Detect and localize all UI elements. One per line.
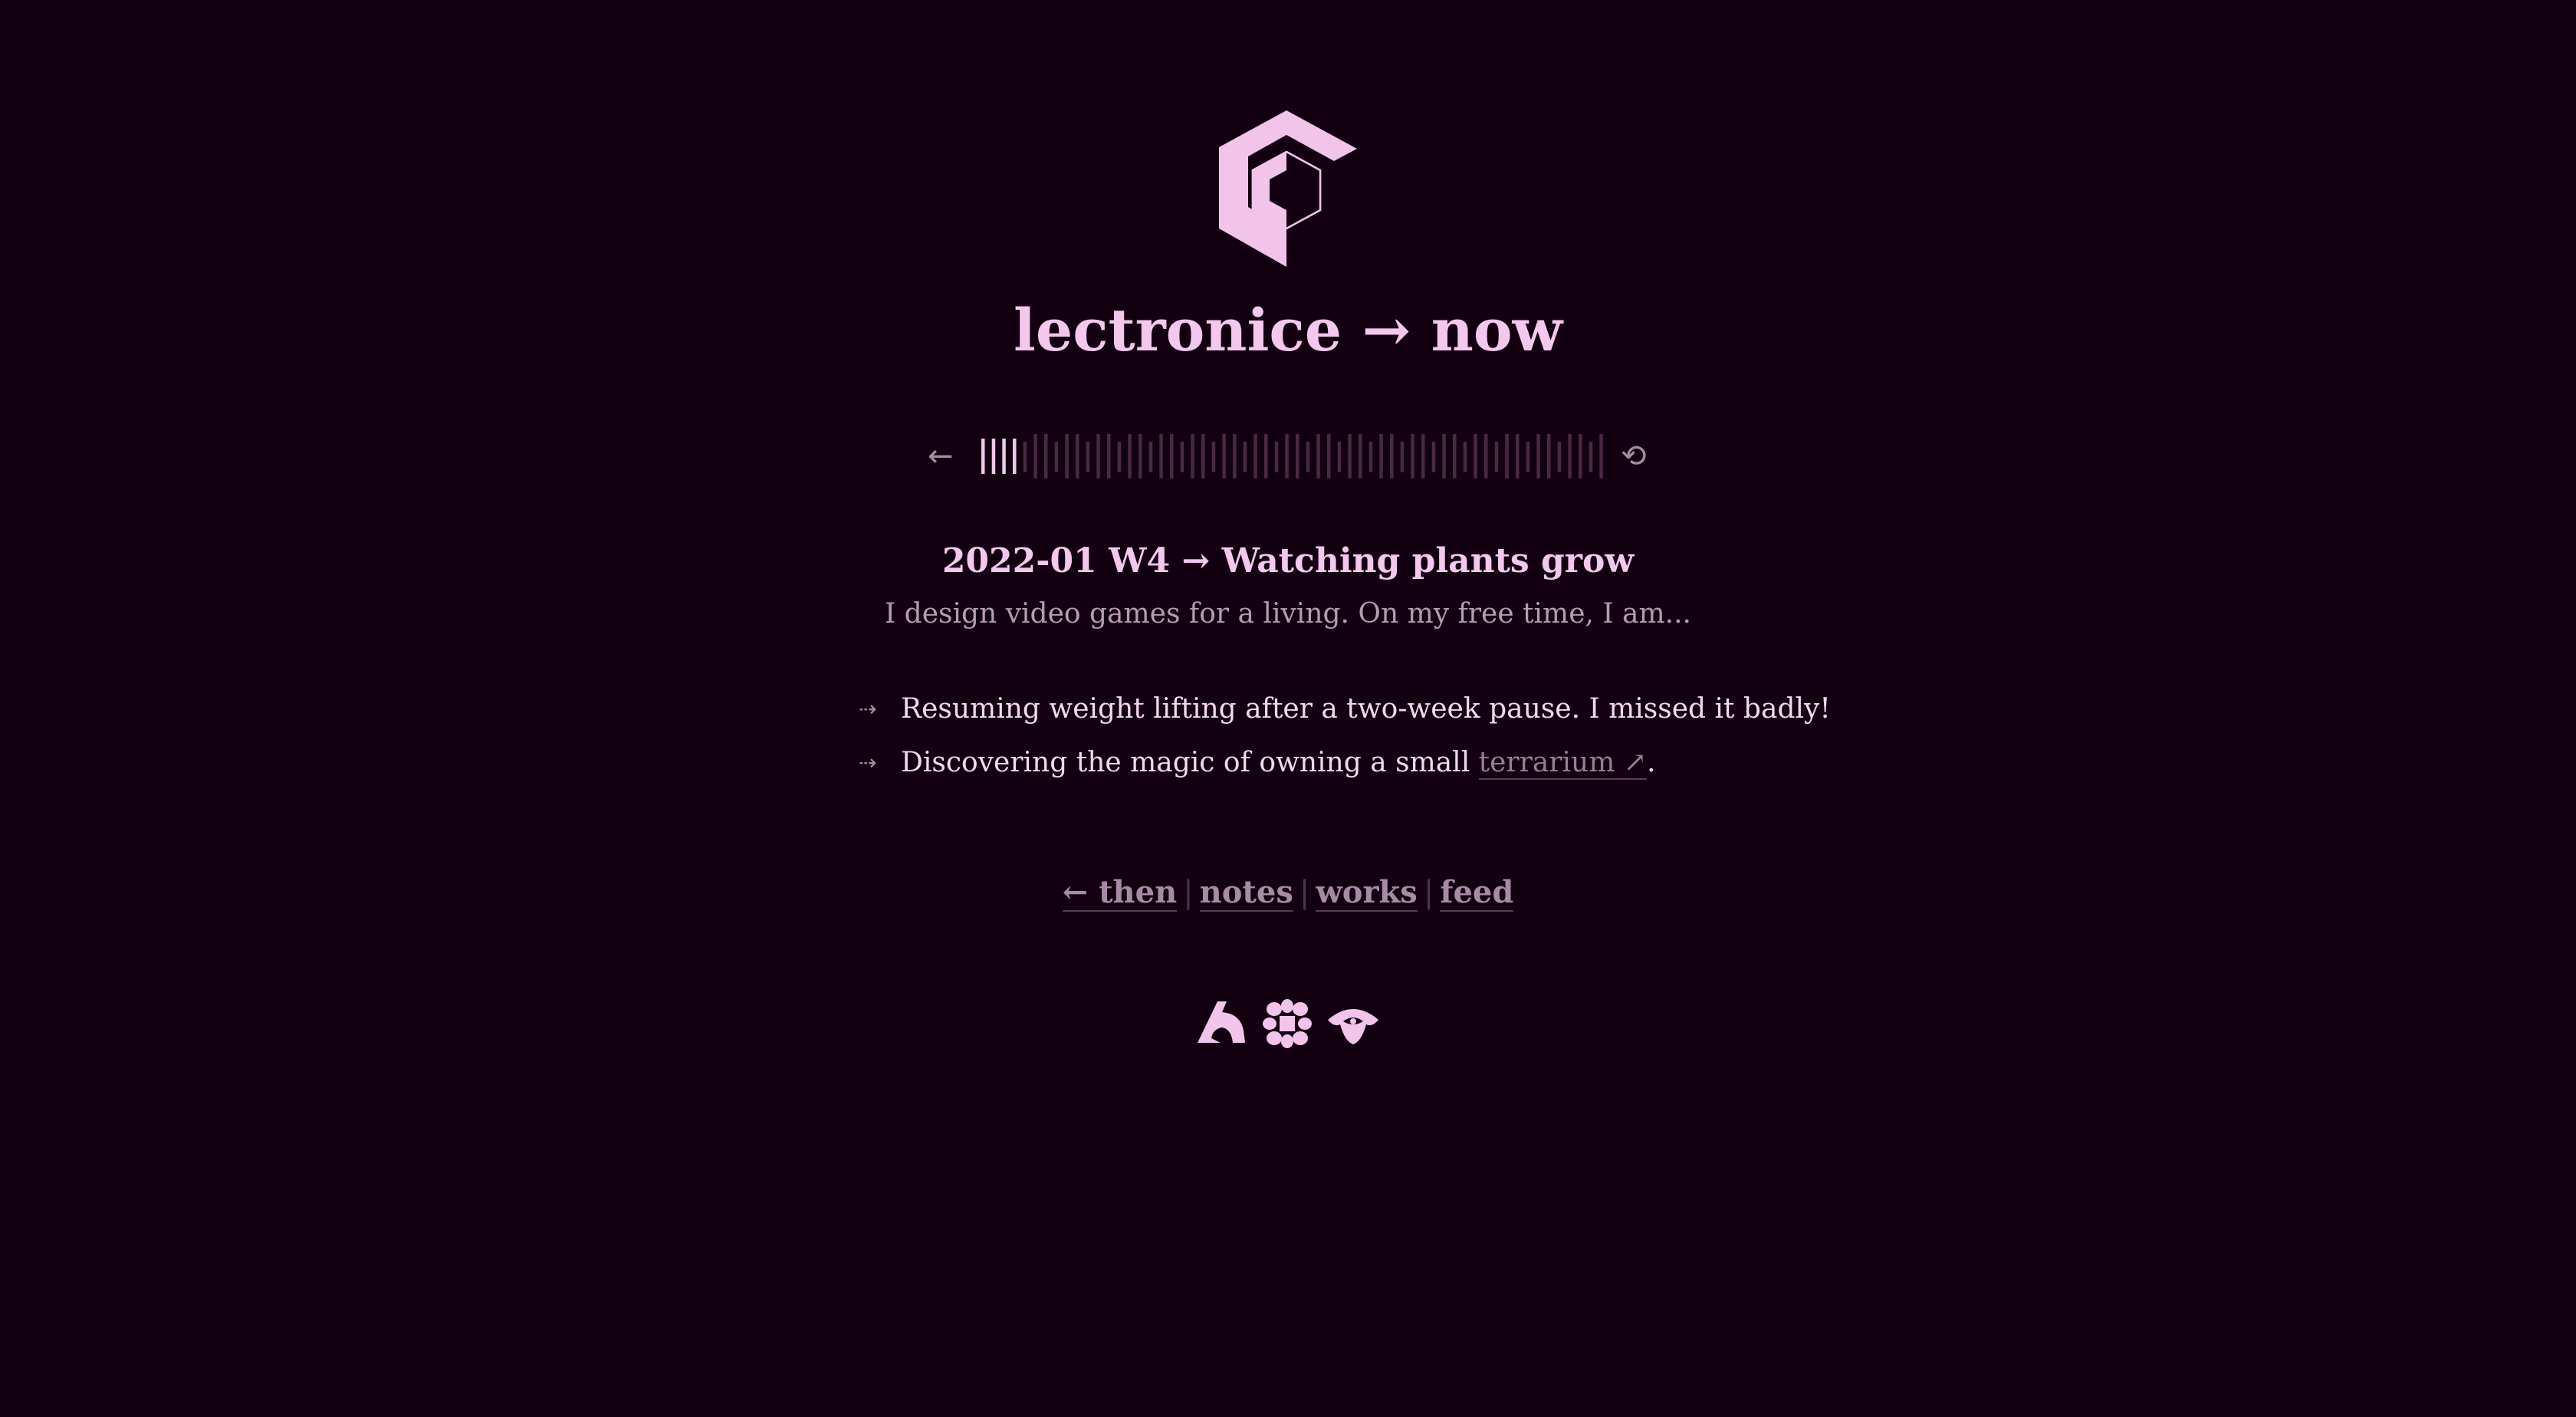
timeline-tick[interactable]	[1044, 434, 1048, 478]
petal-grid-icon	[1263, 999, 1312, 1048]
timeline-tick[interactable]	[1002, 439, 1006, 474]
timeline-tick[interactable]	[1337, 442, 1342, 472]
nav-separator: |	[1423, 875, 1434, 910]
timeline-tick[interactable]	[1274, 442, 1279, 472]
footer-glyphs	[1194, 997, 1382, 1050]
timeline-tick[interactable]	[1243, 442, 1247, 472]
timeline-tick[interactable]	[1128, 434, 1132, 478]
list-item-text: Resuming weight lifting after a two-week…	[901, 693, 1831, 725]
timeline-tick[interactable]	[1023, 442, 1027, 472]
entry-title: 2022-01 W4 → Watching plants grow	[941, 541, 1635, 580]
timeline-tick[interactable]	[1296, 434, 1300, 478]
timeline-tick[interactable]	[1107, 434, 1111, 478]
tri-glyph-icon	[1198, 1001, 1245, 1043]
timeline-tick[interactable]	[1117, 442, 1122, 472]
timeline-tick[interactable]	[1306, 442, 1310, 472]
nav-works-link[interactable]: works	[1316, 874, 1418, 912]
terrarium-link[interactable]: terrarium ↗	[1478, 747, 1647, 780]
timeline-tick[interactable]	[1222, 434, 1226, 478]
timeline-tick[interactable]	[1400, 442, 1405, 472]
timeline-tick[interactable]	[1013, 439, 1017, 474]
timeline-tick[interactable]	[1076, 434, 1079, 478]
nav-feed-link[interactable]: feed	[1440, 874, 1514, 912]
timeline-tick[interactable]	[1201, 434, 1205, 478]
nav-separator: |	[1183, 875, 1194, 910]
nav-separator: |	[1299, 875, 1310, 910]
timeline-tick[interactable]	[1359, 434, 1362, 478]
timeline-tick[interactable]	[1233, 434, 1237, 478]
eye-wing-icon	[1328, 1009, 1378, 1044]
nav-then-link[interactable]: ← then	[1062, 874, 1178, 912]
entry-list: ⇢ Resuming weight lifting after a two-we…	[859, 690, 1831, 797]
list-item: ⇢ Discovering the magic of owning a smal…	[859, 744, 1779, 782]
timeline-tick[interactable]	[1411, 434, 1414, 478]
timeline-tick[interactable]	[1159, 434, 1163, 478]
timeline-tick[interactable]	[1065, 434, 1069, 478]
bullet-arrow-icon: ⇢	[859, 750, 877, 775]
timeline-tick[interactable]	[1547, 434, 1551, 478]
timeline-tick[interactable]	[1494, 442, 1499, 472]
timeline-tick[interactable]	[1254, 434, 1257, 478]
timeline-tick[interactable]	[1516, 434, 1520, 478]
timeline-tick[interactable]	[1316, 434, 1320, 478]
timeline-tick[interactable]	[991, 439, 996, 474]
timeline-tick[interactable]	[1170, 434, 1174, 478]
nav-notes-link[interactable]: notes	[1199, 874, 1293, 912]
timeline-tick[interactable]	[1138, 434, 1142, 478]
timeline-tick[interactable]	[1474, 434, 1477, 478]
site-title: lectronice → now	[1013, 296, 1563, 364]
timeline-tick[interactable]	[1211, 442, 1216, 472]
timeline-bars	[981, 434, 1603, 478]
timeline-tick[interactable]	[1379, 434, 1383, 478]
timeline-tick[interactable]	[1086, 442, 1090, 472]
timeline-tick[interactable]	[1557, 442, 1562, 472]
timeline-tick[interactable]	[981, 439, 985, 474]
bullet-arrow-icon: ⇢	[859, 696, 877, 722]
timeline-tick[interactable]	[1505, 434, 1509, 478]
timeline-tick[interactable]	[1191, 434, 1194, 478]
list-item-text: Discovering the magic of owning a small	[901, 747, 1479, 778]
timeline-tick[interactable]	[1180, 442, 1184, 472]
timeline-tick[interactable]	[1599, 434, 1603, 478]
timeline-tick[interactable]	[1431, 442, 1436, 472]
timeline-tick[interactable]	[1054, 442, 1059, 472]
timeline-tick[interactable]	[1589, 442, 1593, 472]
timeline-tick[interactable]	[1327, 434, 1331, 478]
timeline-tick[interactable]	[1526, 442, 1530, 472]
previous-arrow-icon[interactable]: ←	[928, 439, 954, 474]
timeline-tick[interactable]	[1463, 442, 1467, 472]
timeline-tick[interactable]	[1096, 434, 1100, 478]
timeline-tick[interactable]	[1285, 434, 1289, 478]
timeline-tick[interactable]	[1348, 434, 1352, 478]
reset-icon[interactable]: ⟲	[1621, 439, 1647, 474]
list-item-text-end: .	[1646, 747, 1656, 778]
timeline-tick[interactable]	[1033, 434, 1037, 478]
hexagon-cube-logo	[1219, 110, 1357, 267]
bottom-nav: ← then | notes | works | feed	[0, 874, 2576, 912]
timeline-tick[interactable]	[1148, 442, 1153, 472]
timeline: ← ⟲	[920, 434, 1656, 488]
timeline-tick[interactable]	[1579, 434, 1582, 478]
timeline-tick[interactable]	[1368, 442, 1373, 472]
timeline-tick[interactable]	[1484, 434, 1488, 478]
timeline-tick[interactable]	[1568, 434, 1572, 478]
timeline-tick[interactable]	[1421, 434, 1425, 478]
entry-intro: I design video games for a living. On my…	[885, 598, 1691, 630]
timeline-tick[interactable]	[1536, 434, 1540, 478]
timeline-tick[interactable]	[1453, 434, 1457, 478]
timeline-tick[interactable]	[1264, 434, 1268, 478]
list-item: ⇢ Resuming weight lifting after a two-we…	[859, 690, 1831, 728]
timeline-tick[interactable]	[1390, 434, 1394, 478]
timeline-tick[interactable]	[1442, 434, 1446, 478]
